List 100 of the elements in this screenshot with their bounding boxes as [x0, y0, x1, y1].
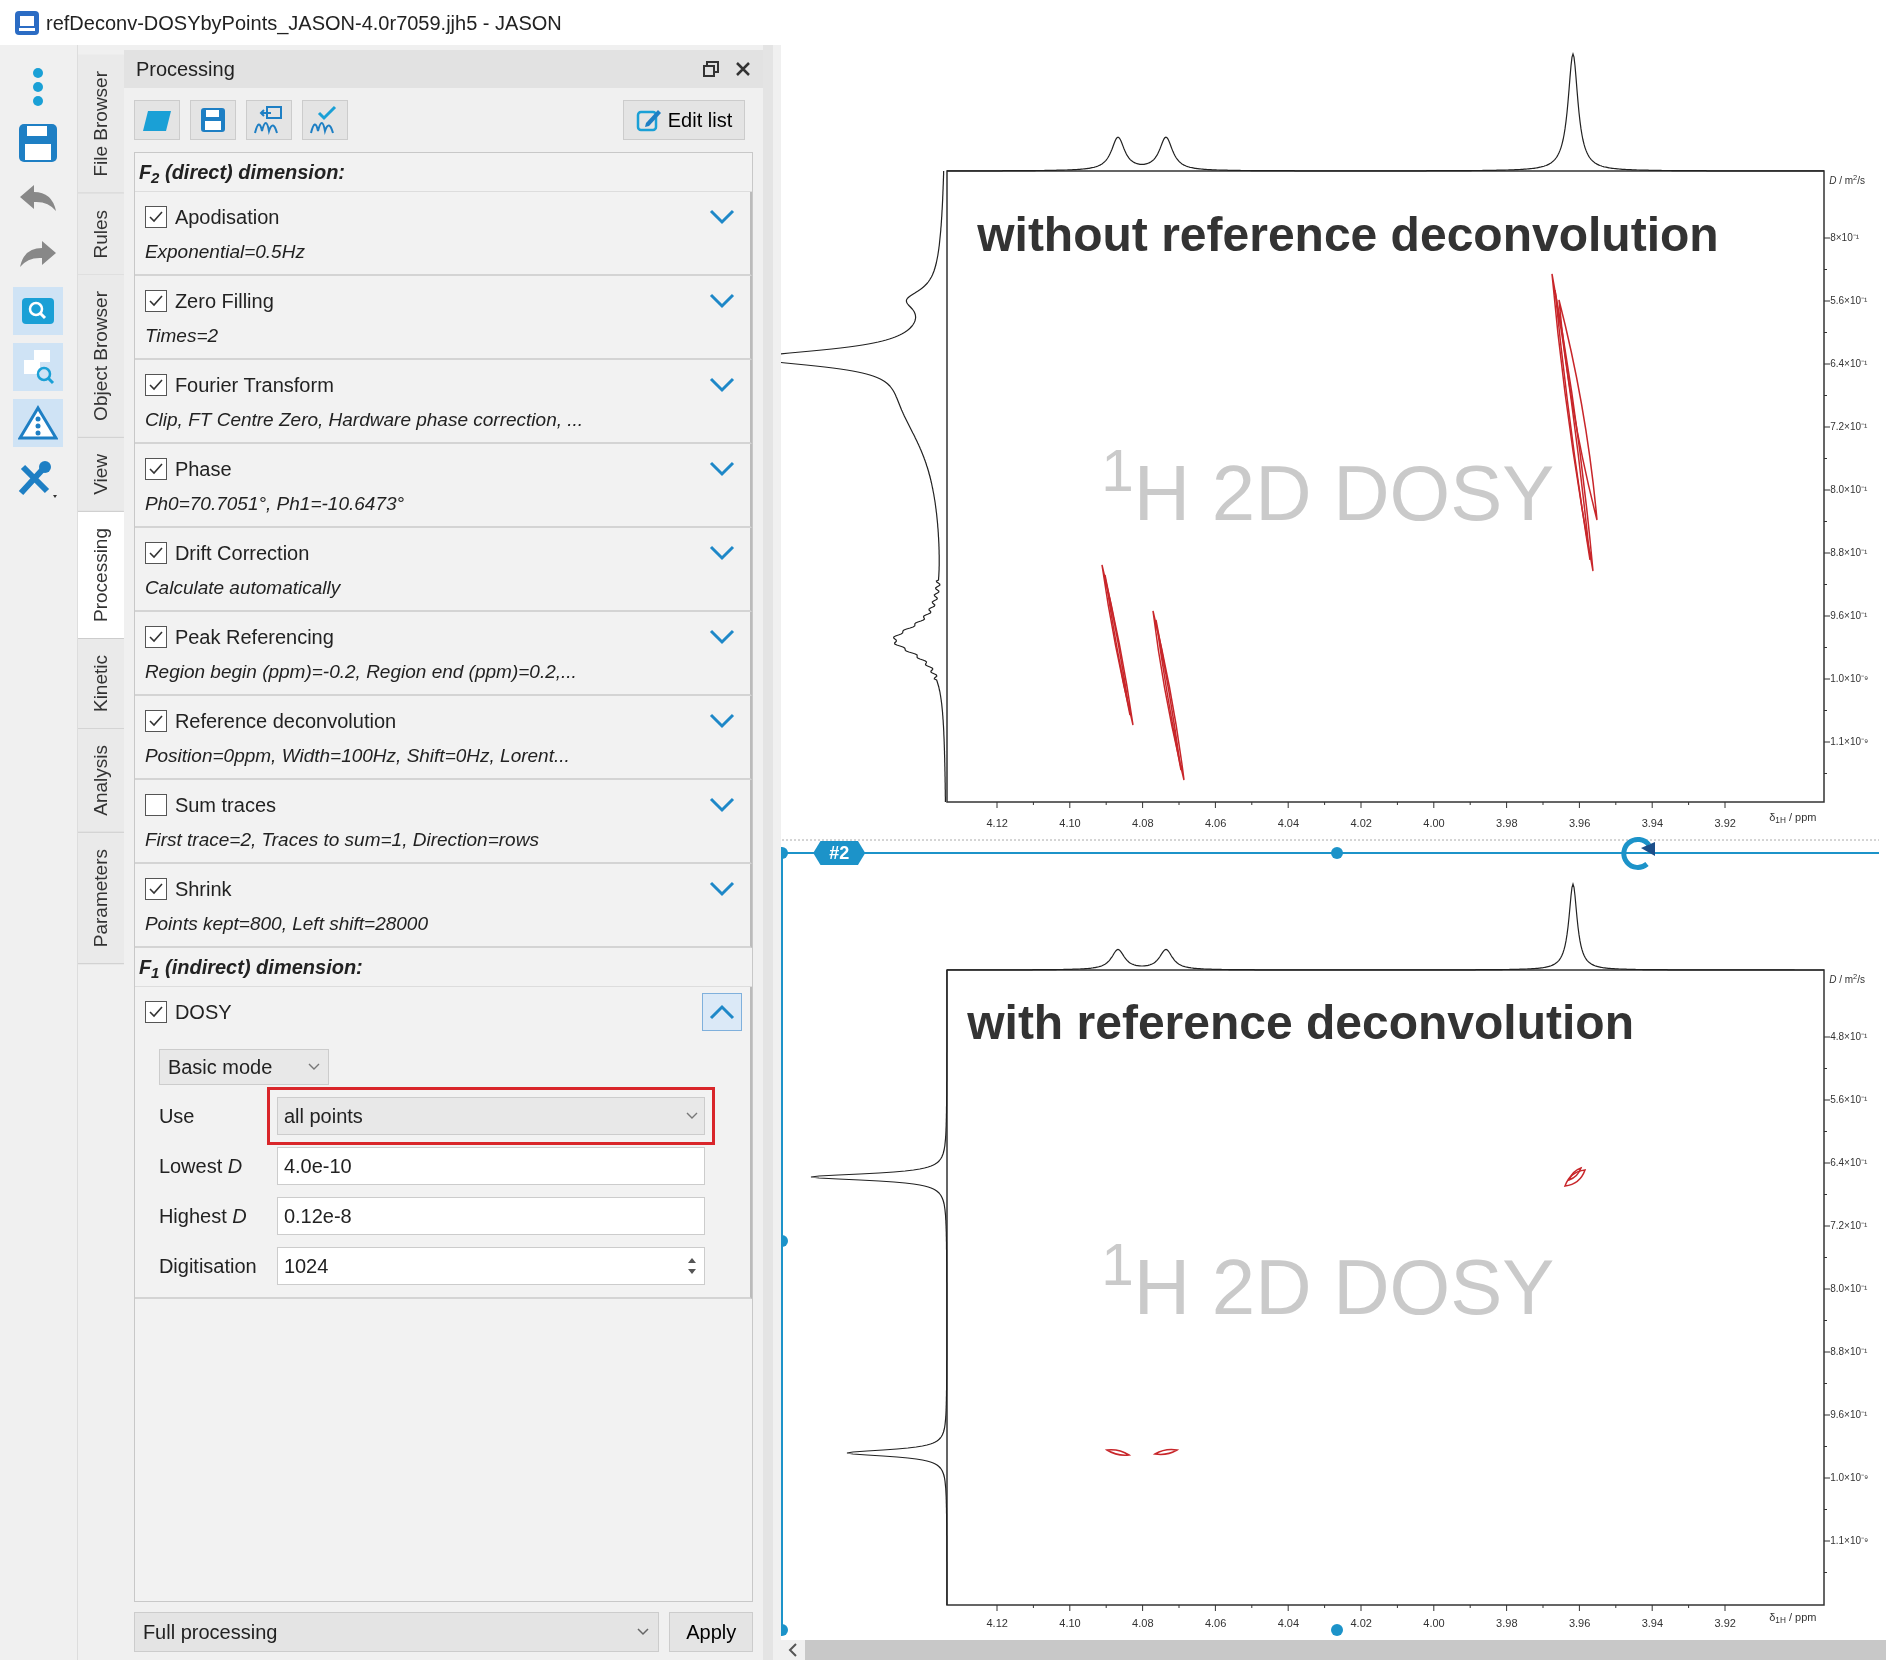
y-tick-label: 1.1×10⁻⁹: [1830, 1536, 1869, 1546]
x-tick-label: 3.98: [1496, 817, 1518, 829]
y-tick-label: 1.0×10⁻⁹: [1830, 674, 1869, 684]
checkbox[interactable]: [144, 542, 167, 564]
y-axis-label: D / m$^{2}$/s: [1829, 176, 1866, 186]
x-tick-label: 4.10: [1059, 1617, 1081, 1629]
zoom-icon[interactable]: [13, 287, 64, 335]
open-button[interactable]: [133, 100, 180, 140]
x-tick-label: 3.94: [1641, 817, 1664, 829]
x-tick-label: 3.98: [1496, 1617, 1518, 1629]
side-tab[interactable]: Parameters: [77, 832, 124, 964]
step-description: Position=0ppm, Width=100Hz, Shift=0Hz, Lorent...: [144, 744, 571, 768]
chevron-down-icon: [708, 545, 737, 561]
panel-title: Processing: [135, 57, 235, 82]
expand-button[interactable]: [702, 993, 743, 1031]
scroll-left-icon[interactable]: [788, 1643, 799, 1657]
y-axis-label: D / m$^{2}$/s: [1829, 975, 1866, 985]
import-spectrum-icon: [252, 105, 285, 135]
step-description: Region begin (ppm)=-0.2, Region end (ppm)=0.2,...: [144, 660, 578, 684]
x-tick-label: 3.92: [1714, 1617, 1736, 1629]
chevron-down-icon: [708, 713, 737, 729]
checkbox[interactable]: [144, 290, 167, 312]
step-description: First trace=2, Traces to sum=1, Direction=rows: [144, 828, 540, 852]
step-label: DOSY: [174, 1000, 232, 1025]
y-tick-label: 8×10⁻¹: [1830, 233, 1860, 243]
step-description: Points kept=800, Left shift=28000: [144, 912, 429, 936]
x-tick-label: 3.96: [1568, 817, 1591, 829]
processing-select[interactable]: Full processing: [133, 1612, 660, 1652]
side-tab[interactable]: Processing: [77, 511, 124, 639]
zoom-region-icon[interactable]: [13, 343, 64, 391]
y-tick-label: 1.0×10⁻⁹: [1830, 1473, 1869, 1483]
y-tick-label: 8.0×10⁻¹: [1830, 1284, 1868, 1294]
side-tab[interactable]: Kinetic: [77, 638, 124, 729]
checkbox[interactable]: [144, 878, 167, 900]
side-tab[interactable]: Object Browser: [77, 275, 124, 439]
edit-icon: [635, 107, 662, 133]
checkbox[interactable]: [144, 794, 167, 816]
side-tab[interactable]: View: [77, 438, 124, 512]
x-tick-label: 4.04: [1277, 817, 1300, 829]
x-axis-label: δ$_{1H}$ / ppm: [1769, 1612, 1817, 1624]
apply-button[interactable]: Apply: [669, 1612, 754, 1652]
checkbox[interactable]: [144, 374, 167, 396]
step-label: Peak Referencing: [174, 625, 334, 650]
close-icon[interactable]: [735, 61, 752, 77]
spin-field[interactable]: 1024: [276, 1247, 705, 1285]
window-title: refDeconv-DOSYbyPoints_JASON-4.0r7059.jjh5 - JASON: [46, 10, 562, 37]
mode-select[interactable]: Basic mode: [158, 1049, 329, 1085]
rotate-icon[interactable]: [1621, 837, 1656, 870]
step-description: Times=2: [144, 324, 220, 348]
restore-icon[interactable]: [703, 61, 720, 77]
x-tick-label: 3.92: [1714, 817, 1736, 829]
field-label: Lowest D: [158, 1154, 244, 1179]
x-axis-label: δ$_{1H}$ / ppm: [1769, 812, 1817, 824]
step-label: Zero Filling: [174, 289, 274, 314]
step-description: Clip, FT Centre Zero, Hardware phase correction, ...: [144, 408, 585, 432]
save-button[interactable]: [189, 100, 236, 140]
y-tick-label: 8.0×10⁻¹: [1830, 485, 1868, 495]
caret-icon: [307, 1063, 320, 1071]
import-spectrum-button[interactable]: [245, 100, 292, 140]
step-description: Ph0=70.7051°, Ph1=-10.6473°: [144, 492, 406, 516]
side-tab[interactable]: Rules: [77, 193, 124, 276]
step-label: Phase: [174, 457, 232, 482]
checkbox[interactable]: [144, 206, 167, 228]
handle-dot[interactable]: [1331, 847, 1344, 859]
y-tick-label: 1.1×10⁻⁹: [1830, 737, 1869, 747]
handle-dot[interactable]: [1331, 1624, 1344, 1636]
chevron-down-icon: [708, 797, 737, 813]
x-tick-label: 4.08: [1132, 817, 1154, 829]
step-label: Apodisation: [174, 205, 280, 230]
chevron-down-icon: [708, 881, 737, 897]
chevron-down-icon: [708, 209, 737, 225]
y-tick-label: 6.4×10⁻¹: [1830, 359, 1868, 369]
checkbox[interactable]: [144, 458, 167, 480]
plot-title: with reference deconvolution: [967, 999, 1634, 1047]
side-tab[interactable]: Analysis: [77, 728, 124, 833]
use-select[interactable]: all points: [276, 1097, 705, 1135]
checkbox[interactable]: [144, 1001, 167, 1023]
checkbox[interactable]: [144, 710, 167, 732]
x-tick-label: 4.12: [986, 817, 1008, 829]
checkbox[interactable]: [144, 626, 167, 648]
scrollbar[interactable]: [781, 1640, 1886, 1660]
y-tick-label: 6.4×10⁻¹: [1830, 1158, 1868, 1168]
section-heading: F$_{1}$ (indirect) dimension:: [134, 948, 753, 987]
warning-icon[interactable]: [13, 399, 64, 447]
x-tick-label: 4.02: [1350, 1617, 1372, 1629]
caret-icon: [685, 1112, 698, 1120]
contour-peak: [1106, 1449, 1130, 1456]
caret-icon: [636, 1627, 651, 1637]
x-tick-label: 4.06: [1204, 817, 1227, 829]
x-tick-label: 4.10: [1059, 817, 1081, 829]
step-label: Drift Correction: [174, 541, 310, 566]
step-label: Shrink: [174, 877, 232, 902]
edit-list-button[interactable]: Edit list: [622, 100, 746, 140]
side-tab[interactable]: File Browser: [77, 55, 124, 194]
x-tick-label: 3.94: [1641, 1617, 1664, 1629]
check-spectrum-button[interactable]: [301, 100, 348, 140]
input-field[interactable]: 0.12e-8: [276, 1197, 705, 1235]
input-field[interactable]: 4.0e-10: [276, 1147, 705, 1185]
x-tick-label: 3.96: [1568, 1617, 1591, 1629]
field-label: Use: [158, 1104, 196, 1129]
